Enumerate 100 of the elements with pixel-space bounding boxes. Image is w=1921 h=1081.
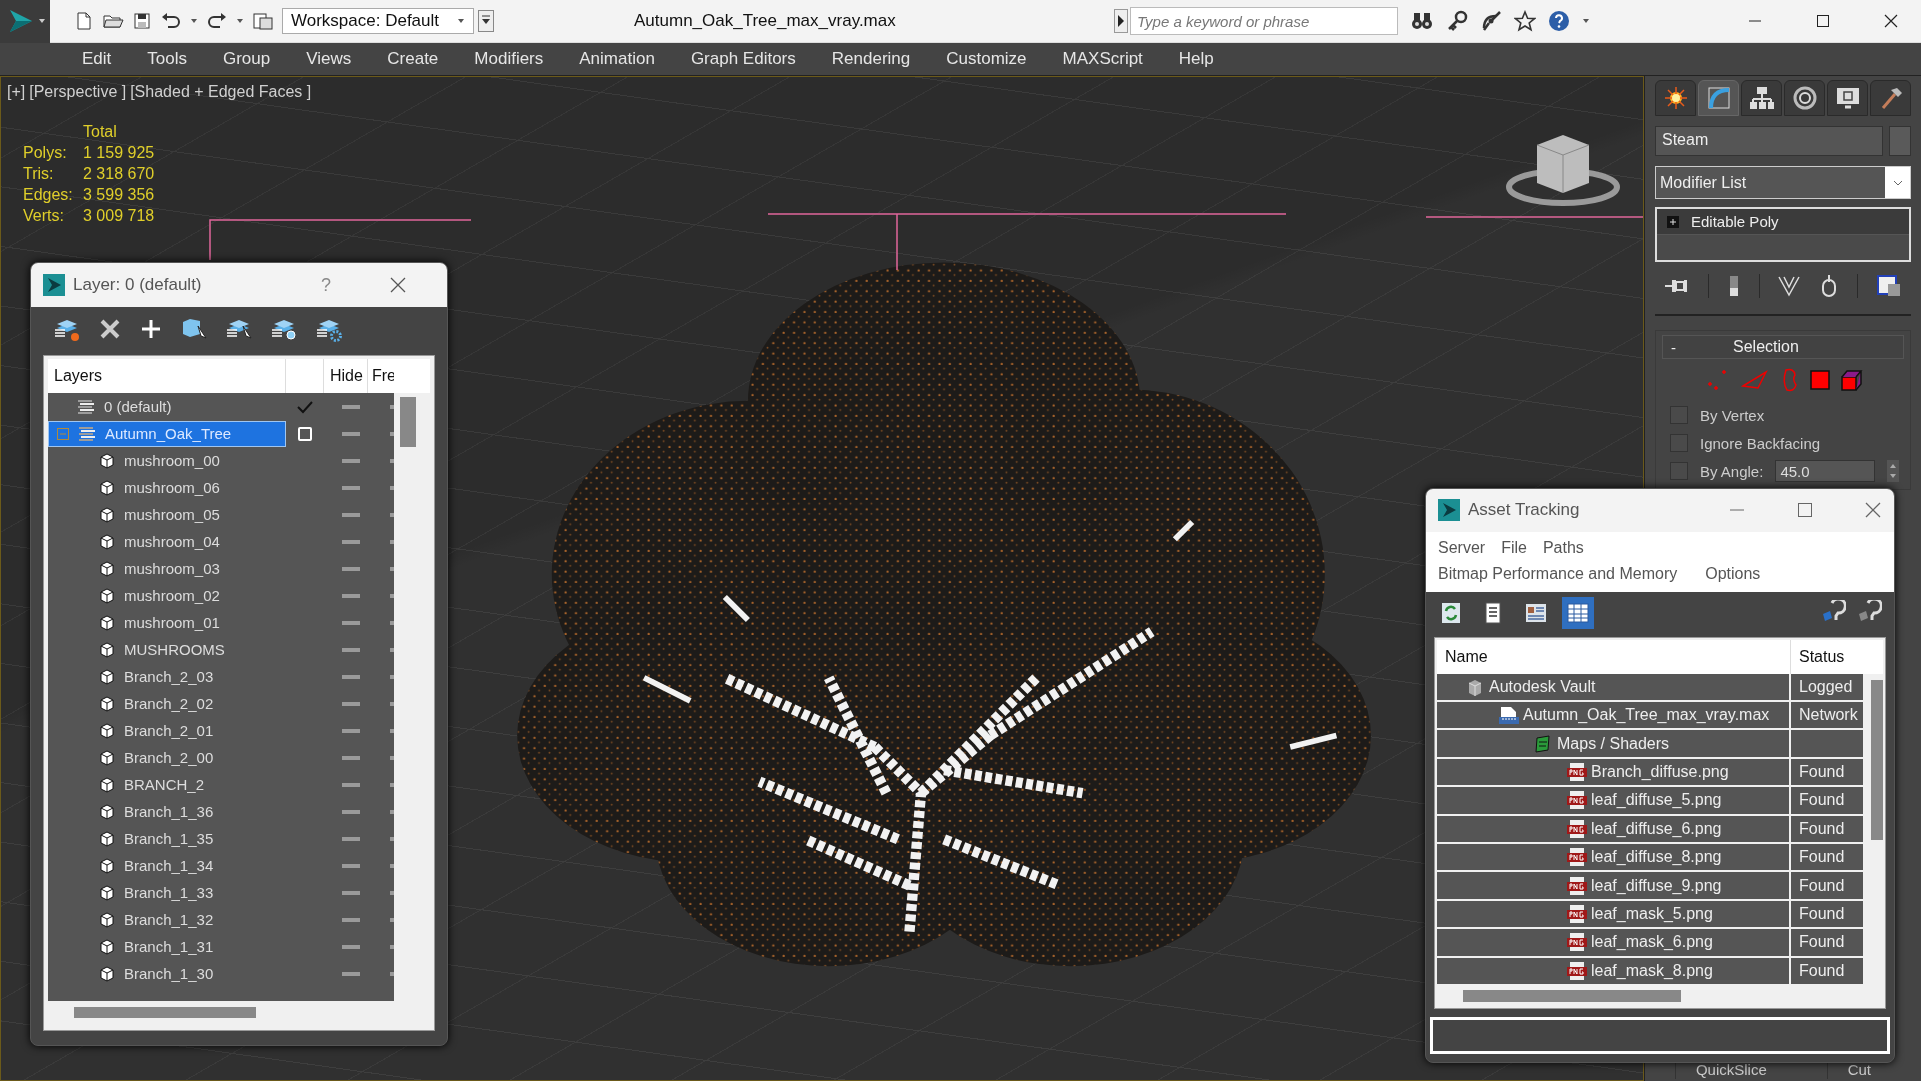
layer-item[interactable]: Branch_1_31 — [48, 933, 286, 960]
checkbox[interactable] — [1670, 462, 1688, 480]
hide-toggle-icon[interactable] — [342, 593, 360, 598]
satellite-icon[interactable] — [1480, 10, 1502, 32]
hide-toggle-icon[interactable] — [342, 620, 360, 625]
star-icon[interactable] — [1514, 10, 1536, 32]
layer-item[interactable]: mushroom_01 — [48, 609, 286, 636]
angle-field[interactable]: 45.0 — [1775, 460, 1876, 482]
layer-item[interactable]: mushroom_00 — [48, 447, 286, 474]
command-tab[interactable] — [1784, 80, 1825, 116]
freeze-toggle-icon[interactable] — [390, 404, 394, 409]
layer-item[interactable]: Branch_1_35 — [48, 825, 286, 852]
layer-item[interactable]: Branch_1_32 — [48, 906, 286, 933]
project-folder-icon[interactable] — [252, 11, 274, 31]
collapse-toggle[interactable]: - — [1663, 338, 1733, 356]
layer-item[interactable]: mushroom_03 — [48, 555, 286, 582]
freeze-toggle-icon[interactable] — [390, 566, 394, 571]
redo-icon[interactable] — [206, 11, 228, 31]
command-tab[interactable] — [1870, 80, 1911, 116]
menu-item[interactable]: Create — [369, 49, 457, 69]
freeze-toggle-icon[interactable] — [390, 647, 394, 652]
menu-item[interactable]: Graph Editors — [672, 49, 814, 69]
binoculars-icon[interactable] — [1410, 10, 1434, 32]
hide-toggle-icon[interactable] — [342, 917, 360, 922]
cube-cursor-icon[interactable] — [180, 316, 208, 342]
hide-toggle-icon[interactable] — [342, 755, 360, 760]
hide-toggle-icon[interactable] — [342, 836, 360, 841]
hide-toggle-icon[interactable] — [342, 782, 360, 787]
menu-item[interactable]: Rendering — [813, 49, 929, 69]
hide-toggle-icon[interactable] — [342, 944, 360, 949]
funnel-icon[interactable] — [1777, 274, 1802, 298]
hide-toggle-icon[interactable] — [342, 863, 360, 868]
column-header[interactable]: Name — [1437, 639, 1791, 674]
freeze-toggle-icon[interactable] — [390, 593, 394, 598]
caret-icon[interactable] — [236, 17, 244, 25]
menu-item[interactable]: Animation — [561, 49, 673, 69]
freeze-toggle-icon[interactable] — [390, 701, 394, 706]
freeze-toggle-icon[interactable] — [390, 431, 394, 436]
hide-toggle-icon[interactable] — [342, 539, 360, 544]
add-icon[interactable] — [139, 317, 163, 341]
menu-item[interactable]: MAXScript — [1044, 49, 1161, 69]
layer-item[interactable]: Branch_2_00 — [48, 744, 286, 771]
freeze-toggle-icon[interactable] — [390, 863, 394, 868]
scrollbar[interactable] — [400, 397, 416, 447]
configure-icon[interactable] — [1876, 274, 1903, 298]
hide-toggle-icon[interactable] — [342, 890, 360, 895]
layer-item[interactable]: MUSHROOMS — [48, 636, 286, 663]
menu-item[interactable]: Customize — [928, 49, 1045, 69]
overflow-caret-icon[interactable] — [478, 10, 494, 32]
hide-toggle-icon[interactable] — [342, 809, 360, 814]
hide-toggle-icon[interactable] — [342, 728, 360, 733]
scrollbar[interactable] — [74, 1007, 256, 1018]
freeze-toggle-icon[interactable] — [390, 917, 394, 922]
freeze-toggle-icon[interactable] — [390, 674, 394, 679]
close-icon[interactable] — [389, 276, 407, 294]
menu-item[interactable]: Server — [1434, 535, 1490, 560]
maximize-icon[interactable] — [1815, 13, 1831, 29]
hide-toggle-icon[interactable] — [342, 458, 360, 463]
undo-icon[interactable] — [160, 11, 182, 31]
command-tab[interactable] — [1741, 80, 1782, 116]
freeze-toggle-icon[interactable] — [390, 809, 394, 814]
menu-item[interactable]: Edit — [64, 49, 130, 69]
app-menu-button[interactable] — [0, 0, 50, 43]
freeze-toggle-icon[interactable] — [390, 782, 394, 787]
layer-item[interactable]: BRANCH_2 — [48, 771, 286, 798]
freeze-toggle-icon[interactable] — [390, 755, 394, 760]
hide-toggle-icon[interactable] — [342, 701, 360, 706]
layer-item[interactable]: Branch_2_02 — [48, 690, 286, 717]
freeze-toggle-icon[interactable] — [390, 836, 394, 841]
menu-item[interactable]: File — [1497, 535, 1531, 560]
spinner-icon[interactable] — [1887, 460, 1900, 482]
hide-toggle-icon[interactable] — [342, 647, 360, 652]
caret-icon[interactable] — [190, 17, 198, 25]
menu-item[interactable]: Options — [1701, 561, 1765, 586]
object-name-field[interactable]: Steam — [1655, 126, 1883, 156]
freeze-toggle-icon[interactable] — [390, 512, 394, 517]
rollout-header[interactable]: - Selection — [1662, 335, 1904, 359]
menu-item[interactable]: Modifiers — [456, 49, 562, 69]
close-icon[interactable] — [1883, 13, 1899, 29]
new-file-icon[interactable] — [74, 11, 94, 31]
empty-box-icon[interactable] — [298, 426, 312, 441]
polygon-icon[interactable] — [1810, 370, 1830, 390]
menu-item[interactable]: Paths — [1538, 535, 1588, 560]
command-tab[interactable] — [1827, 80, 1868, 116]
layer-item[interactable]: Autumn_Oak_Tree — [48, 420, 286, 447]
scrollbar[interactable] — [1871, 679, 1883, 840]
element-icon[interactable] — [1840, 369, 1864, 391]
viewport-label[interactable]: [Shaded + Edged Faces ] — [130, 83, 312, 101]
collapse-icon[interactable] — [57, 427, 69, 440]
view-button[interactable] — [1562, 597, 1594, 630]
layer-item[interactable]: Branch_1_33 — [48, 879, 286, 906]
workspace-dropdown[interactable]: Workspace: Default — [282, 8, 474, 34]
hide-toggle-icon[interactable] — [342, 404, 360, 409]
layer-item[interactable]: 0 (default) — [48, 393, 286, 420]
hide-toggle-icon[interactable] — [342, 566, 360, 571]
layer-item[interactable]: mushroom_05 — [48, 501, 286, 528]
freeze-toggle-icon[interactable] — [390, 620, 394, 625]
menu-item[interactable]: Group — [205, 49, 289, 69]
status-field[interactable] — [1430, 1016, 1890, 1054]
hide-toggle-icon[interactable] — [342, 971, 360, 976]
